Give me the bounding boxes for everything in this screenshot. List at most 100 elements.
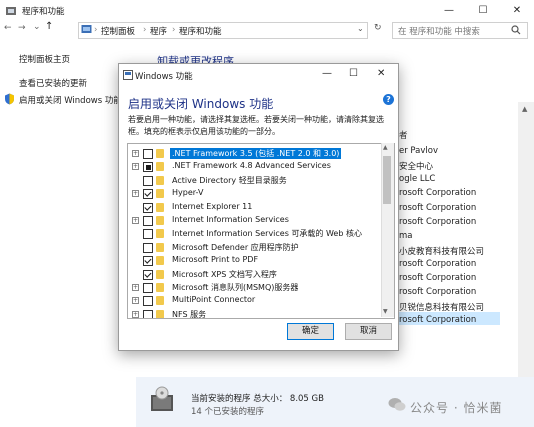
dialog-maximize-button[interactable]: ☐ bbox=[349, 68, 358, 79]
feature-row[interactable]: + NFS 服务 bbox=[128, 308, 381, 318]
cancel-button[interactable]: 取消 bbox=[345, 323, 392, 340]
feature-row[interactable]: + .NET Framework 3.5 (包括 .NET 2.0 和 3.0) bbox=[128, 147, 381, 161]
feature-checkbox[interactable] bbox=[143, 162, 153, 173]
feature-row[interactable]: + Hyper-V bbox=[128, 187, 381, 201]
breadcrumb-programs-features[interactable]: 程序和功能 bbox=[179, 25, 222, 37]
folder-icon bbox=[156, 283, 164, 292]
wechat-logo-icon bbox=[388, 398, 406, 411]
dialog-minimize-button[interactable]: — bbox=[322, 68, 332, 79]
feature-checkbox[interactable] bbox=[143, 242, 153, 253]
expand-toggle-icon[interactable]: + bbox=[132, 190, 139, 198]
feature-label[interactable]: Hyper-V bbox=[172, 188, 203, 197]
dialog-close-button[interactable]: ✕ bbox=[377, 68, 385, 79]
feature-label[interactable]: Internet Information Services bbox=[172, 215, 289, 224]
bg-close-button[interactable]: ✕ bbox=[500, 0, 534, 22]
publisher-cell[interactable]: rosoft Corporation bbox=[399, 273, 476, 283]
feature-checkbox[interactable] bbox=[143, 283, 153, 293]
publisher-cell[interactable]: 贝锐信息科技有限公司 bbox=[399, 301, 484, 313]
feature-row[interactable]: Internet Explorer 11 bbox=[128, 201, 381, 215]
feature-row[interactable]: + Microsoft 消息队列(MSMQ)服务器 bbox=[128, 281, 381, 295]
publisher-cell[interactable]: rosoft Corporation bbox=[399, 259, 476, 269]
bg-maximize-button[interactable]: ☐ bbox=[466, 0, 500, 22]
feature-row[interactable]: Internet Information Services 可承载的 Web 核… bbox=[128, 227, 381, 241]
feature-checkbox[interactable] bbox=[143, 256, 153, 267]
expand-toggle-icon[interactable]: + bbox=[132, 284, 139, 291]
up-arrow-icon[interactable]: ↑ bbox=[45, 21, 53, 32]
breadcrumb-programs[interactable]: 程序 bbox=[150, 25, 167, 37]
feature-label[interactable]: NFS 服务 bbox=[172, 309, 206, 318]
folder-icon bbox=[156, 242, 164, 252]
publisher-cell[interactable]: rosoft Corporation bbox=[399, 188, 476, 198]
search-icon[interactable] bbox=[511, 25, 521, 35]
feature-row[interactable]: + MultiPoint Connector bbox=[128, 294, 381, 308]
feature-label[interactable]: .NET Framework 4.8 Advanced Services bbox=[172, 161, 331, 170]
publisher-cell[interactable]: rosoft Corporation bbox=[399, 287, 476, 297]
publisher-column-header[interactable]: 者 bbox=[399, 129, 408, 141]
address-dropdown-icon[interactable]: ⌄ bbox=[357, 24, 364, 33]
feature-checkbox[interactable] bbox=[143, 175, 153, 186]
publisher-cell[interactable]: 安全中心 bbox=[399, 160, 433, 172]
folder-icon bbox=[156, 189, 164, 199]
background-window-title: 程序和功能 bbox=[22, 7, 65, 17]
scroll-up-arrow-icon[interactable]: ▲ bbox=[522, 105, 527, 113]
feature-label[interactable]: .NET Framework 3.5 (包括 .NET 2.0 和 3.0) bbox=[170, 148, 342, 159]
sidebar-view-installed-updates[interactable]: 查看已安装的更新 bbox=[19, 77, 87, 89]
publisher-cell[interactable]: rosoft Corporation bbox=[399, 203, 476, 213]
publisher-cell[interactable]: ma bbox=[399, 231, 413, 241]
feature-checkbox[interactable] bbox=[143, 216, 153, 226]
feature-row[interactable]: Microsoft Print to PDF bbox=[128, 254, 381, 268]
feature-checkbox[interactable] bbox=[143, 189, 153, 200]
folder-icon bbox=[156, 309, 164, 318]
feature-row[interactable]: + Internet Information Services bbox=[128, 214, 381, 228]
expand-toggle-icon[interactable]: + bbox=[132, 217, 139, 224]
feature-row[interactable]: Active Directory 轻型目录服务 bbox=[128, 174, 381, 188]
features-tree[interactable]: + .NET Framework 3.5 (包括 .NET 2.0 和 3.0) +… bbox=[127, 143, 395, 319]
publisher-cell[interactable]: ogle LLC bbox=[399, 174, 435, 184]
expand-toggle-icon[interactable]: + bbox=[132, 297, 139, 305]
feature-label[interactable]: Microsoft XPS 文档写入程序 bbox=[172, 269, 277, 280]
features-scroll-thumb[interactable] bbox=[383, 156, 391, 204]
feature-checkbox[interactable] bbox=[143, 269, 153, 280]
publisher-cell[interactable]: 小皮教育科技有限公司 bbox=[399, 245, 484, 257]
refresh-icon[interactable]: ↻ bbox=[374, 23, 382, 33]
search-placeholder: 在 程序和功能 中搜索 bbox=[398, 27, 480, 37]
feature-checkbox[interactable] bbox=[143, 229, 153, 240]
feature-label[interactable]: Internet Information Services 可承载的 Web 核… bbox=[172, 228, 362, 239]
recent-chevron-icon[interactable]: ⌄ bbox=[33, 22, 41, 32]
feature-checkbox[interactable] bbox=[143, 149, 153, 159]
sidebar-turn-windows-features[interactable]: 启用或关闭 Windows 功能 bbox=[19, 94, 122, 106]
breadcrumb-separator: › bbox=[94, 25, 98, 35]
feature-label[interactable]: MultiPoint Connector bbox=[172, 295, 255, 304]
sidebar-control-panel-home[interactable]: 控制面板主页 bbox=[19, 53, 70, 65]
breadcrumb-control-panel[interactable]: 控制面板 bbox=[101, 25, 135, 37]
expand-toggle-icon[interactable]: + bbox=[132, 150, 139, 157]
publisher-cell[interactable]: er Pavlov bbox=[399, 146, 438, 156]
publisher-cell[interactable]: rosoft Corporation bbox=[399, 315, 476, 325]
feature-checkbox[interactable] bbox=[143, 309, 153, 318]
feature-label[interactable]: Microsoft Defender 应用程序防护 bbox=[172, 242, 299, 253]
publisher-cell[interactable]: rosoft Corporation bbox=[399, 217, 476, 227]
scroll-up-arrow-icon[interactable]: ▲ bbox=[383, 144, 388, 151]
program-list-scrollbar[interactable] bbox=[518, 102, 534, 377]
help-icon[interactable]: ? bbox=[383, 94, 394, 105]
watermark: 公众号 · 恰米菌 bbox=[410, 401, 503, 415]
feature-checkbox[interactable] bbox=[143, 202, 153, 213]
feature-label[interactable]: Microsoft Print to PDF bbox=[172, 255, 258, 264]
feature-label[interactable]: Internet Explorer 11 bbox=[172, 202, 252, 211]
feature-label[interactable]: Active Directory 轻型目录服务 bbox=[172, 175, 287, 186]
feature-label[interactable]: Microsoft 消息队列(MSMQ)服务器 bbox=[172, 282, 298, 293]
folder-icon bbox=[156, 256, 164, 266]
back-arrow-icon[interactable]: ← bbox=[4, 23, 12, 33]
feature-row[interactable]: + .NET Framework 4.8 Advanced Services bbox=[128, 160, 381, 174]
installed-count: 14 个已安装的程序 bbox=[191, 407, 265, 417]
scroll-down-arrow-icon[interactable]: ▼ bbox=[383, 308, 388, 315]
feature-row[interactable]: Microsoft XPS 文档写入程序 bbox=[128, 268, 381, 282]
expand-toggle-icon[interactable]: + bbox=[132, 163, 139, 171]
folder-icon bbox=[156, 202, 164, 212]
feature-checkbox[interactable] bbox=[143, 296, 153, 307]
expand-toggle-icon[interactable]: + bbox=[132, 310, 139, 318]
bg-minimize-button[interactable]: — bbox=[432, 0, 466, 22]
forward-arrow-icon[interactable]: → bbox=[18, 23, 26, 33]
feature-row[interactable]: Microsoft Defender 应用程序防护 bbox=[128, 241, 381, 255]
ok-button[interactable]: 确定 bbox=[287, 323, 334, 340]
